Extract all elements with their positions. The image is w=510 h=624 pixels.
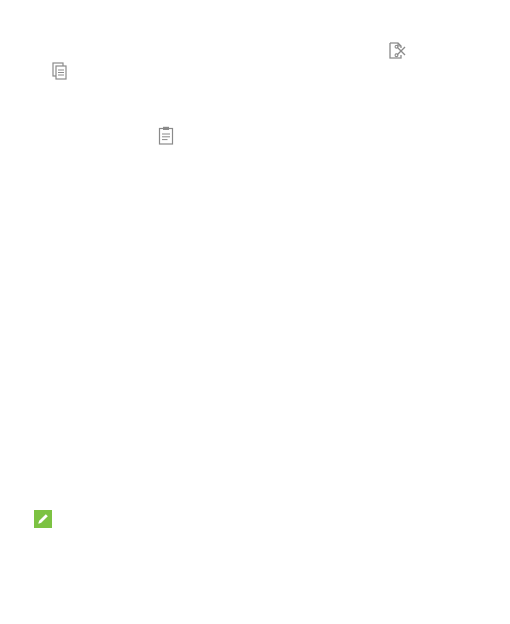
cut-icon: [389, 42, 406, 59]
note-pencil-icon: [34, 510, 52, 528]
paste-icon: [158, 126, 174, 145]
copy-icon: [52, 62, 67, 80]
